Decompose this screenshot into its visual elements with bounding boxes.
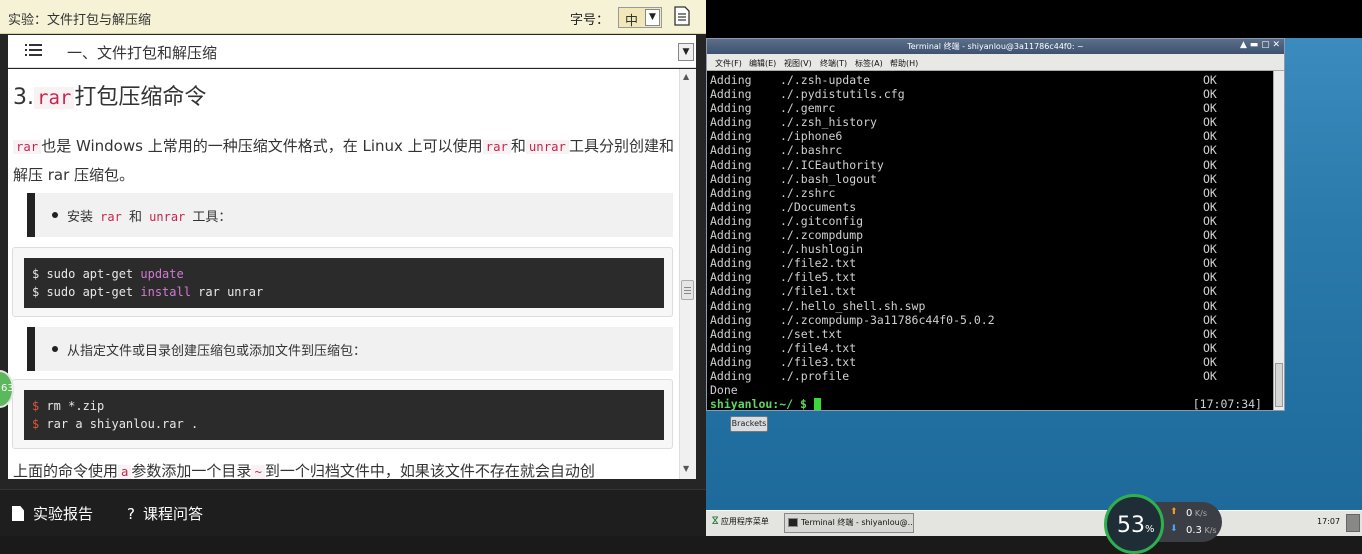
terminal-line: Adding ./.gitconfig OK: [710, 213, 1217, 228]
upload-arrow-icon: ⬆: [1170, 507, 1178, 517]
code-block-install[interactable]: $ sudo apt-get update $ sudo apt-get ins…: [12, 247, 673, 317]
download-rate: 0.3 K/s: [1186, 525, 1217, 536]
font-size-select[interactable]: 中 ▼: [618, 7, 662, 29]
code-block-create[interactable]: $ rm *.zip $ rar a shiyanlou.rar .: [12, 379, 673, 449]
scroll-down-icon[interactable]: ▼: [683, 464, 689, 473]
terminal-line: Adding ./.profile OK: [710, 368, 1217, 383]
terminal-line: Adding ./.zsh-update OK: [710, 73, 1217, 87]
font-size-value: 中: [625, 14, 639, 29]
chevron-down-icon[interactable]: ▼: [678, 43, 694, 61]
menu-edit[interactable]: 编辑(E): [749, 58, 776, 69]
terminal-line: Adding ./file3.txt OK: [710, 354, 1217, 369]
terminal-line: Adding ./.bash_logout OK: [710, 171, 1217, 186]
bottom-paragraph: 上面的命令使用 a 参数添加一个目录 ~ 到一个归档文件中，如果该文件不存在就会自动创: [13, 462, 595, 479]
system-monitor: 53% ⬆ 0 K/s ⬇ 0.3 K/s: [1104, 494, 1222, 554]
notes-icon[interactable]: [673, 6, 691, 26]
terminal-title: Terminal 终端 - shiyanlou@3a11786c44f0: ~: [707, 39, 1284, 54]
lab-content: 3. rar 打包压缩命令 rar 也是 Windows 上常用的一种压缩文件格式，在…: [8, 69, 696, 479]
terminal-line: Adding ./file1.txt OK: [710, 284, 1217, 299]
upload-rate: 0 K/s: [1186, 508, 1208, 519]
terminal-output[interactable]: Adding ./.zsh-update OK Adding ./.pydistutil…: [707, 71, 1273, 411]
xfce-icon: ⴵ: [712, 516, 719, 527]
taskbar-terminal-task[interactable]: Terminal 终端 - shiyanlou@...: [784, 513, 914, 533]
brackets-launcher[interactable]: Brackets: [730, 416, 768, 432]
terminal-line: Adding ./.pydistutils.cfg OK: [710, 87, 1217, 102]
terminal-line: Adding ./.gemrc OK: [710, 101, 1217, 116]
question-icon: ?: [127, 505, 135, 523]
menu-terminal[interactable]: 终端(T): [820, 58, 847, 69]
menu-view[interactable]: 视图(V): [784, 58, 812, 69]
terminal-line: Adding ./.ICEauthority OK: [710, 157, 1217, 172]
terminal-done: Done: [710, 383, 738, 398]
terminal-line: Adding ./set.txt OK: [710, 326, 1217, 341]
terminal-menubar: 文件(F) 编辑(E) 视图(V) 终端(T) 标签(A) 帮助(H): [707, 54, 1284, 71]
toc-current-section: 一、文件打包和解压缩: [67, 44, 218, 62]
scrollbar-thumb[interactable]: [681, 280, 694, 300]
shell-prompt: shiyanlou:~/ $: [710, 397, 807, 412]
content-scrollbar[interactable]: ▲ ▼: [679, 69, 696, 479]
lab-title: 实验：文件打包与解压缩: [8, 13, 152, 28]
course-qa-button[interactable]: ? 课程问答: [127, 503, 203, 524]
font-size-label: 字号：: [570, 13, 610, 28]
chevron-down-icon: ▼: [645, 9, 660, 26]
prompt-clock: [17:07:34]: [1192, 397, 1262, 412]
terminal-line: Adding ./file2.txt OK: [710, 256, 1217, 271]
terminal-line: Adding ./iphone6 OK: [710, 129, 1217, 144]
toc-bar[interactable]: 一、文件打包和解压缩 ▼: [8, 35, 696, 68]
terminal-scrollbar[interactable]: [1273, 71, 1284, 410]
terminal-scroll-thumb[interactable]: [1275, 363, 1283, 407]
scroll-up-icon[interactable]: ▲: [683, 72, 689, 81]
terminal-line: Adding ./Documents OK: [710, 199, 1217, 214]
window-controls[interactable]: ▲ ▬ ▢ ✕: [1240, 40, 1280, 50]
note-install: 安装 rar 和 unrar 工具：: [27, 193, 673, 237]
lab-panel: 实验：文件打包与解压缩 字号： 中 ▼ 一、文件打包和解压缩 ▼ 3. rar 打包…: [0, 0, 706, 536]
terminal-window[interactable]: Terminal 终端 - shiyanlou@3a11786c44f0: ~ …: [706, 38, 1285, 411]
terminal-line: Adding ./.zcompdump-3a11786c44f0-5.0.2 OK: [710, 312, 1217, 327]
text-cursor: [813, 398, 821, 411]
terminal-line: Adding ./file4.txt OK: [710, 340, 1217, 355]
download-arrow-icon: ⬇: [1170, 524, 1178, 534]
terminal-line: Adding ./.hushlogin OK: [710, 242, 1217, 257]
terminal-line: Adding ./.zshrc OK: [710, 185, 1217, 200]
document-icon: [12, 506, 24, 521]
app-menu-button[interactable]: ⴵ 应用程序菜单: [712, 516, 769, 527]
list-icon[interactable]: [25, 44, 42, 58]
section-heading: 3. rar 打包压缩命令: [13, 85, 207, 110]
menu-help[interactable]: 帮助(H): [890, 58, 918, 69]
terminal-line: Adding ./.zcompdump OK: [710, 228, 1217, 243]
note-create: 从指定文件或目录创建压缩包或添加文件到压缩包：: [27, 327, 673, 371]
terminal-prompt-line[interactable]: shiyanlou:~/ $ [17:07:34]: [710, 397, 1270, 411]
cpu-gauge: 53%: [1104, 494, 1164, 554]
remote-desktop: Terminal 终端 - shiyanlou@3a11786c44f0: ~ …: [706, 0, 1362, 554]
taskbar-clock: 17:07: [1317, 517, 1341, 526]
taskbar: ⴵ 应用程序菜单 Terminal 终端 - shiyanlou@... 17:…: [706, 510, 1362, 536]
terminal-line: Adding ./.hello_shell.sh.swp OK: [710, 298, 1217, 313]
terminal-line: Adding ./file5.txt OK: [710, 270, 1217, 285]
show-desktop-button[interactable]: [1346, 514, 1360, 532]
lab-header: 实验：文件打包与解压缩 字号： 中 ▼: [0, 0, 706, 34]
terminal-line: Adding ./.zsh_history OK: [710, 115, 1217, 130]
lab-footer: 实验报告 ? 课程问答: [0, 489, 706, 536]
terminal-line: Adding ./.bashrc OK: [710, 143, 1217, 158]
menu-tabs[interactable]: 标签(A): [855, 58, 883, 69]
intro-paragraph: rar 也是 Windows 上常用的一种压缩文件格式，在 Linux 上可以使用…: [13, 137, 674, 184]
lab-report-button[interactable]: 实验报告: [12, 503, 93, 524]
terminal-icon: [788, 518, 798, 527]
menu-file[interactable]: 文件(F): [715, 58, 742, 69]
